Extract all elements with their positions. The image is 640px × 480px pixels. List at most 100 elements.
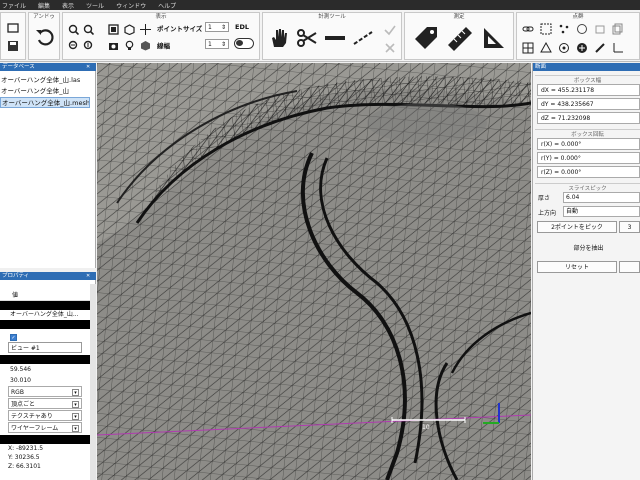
confirm-icon[interactable]: [383, 23, 397, 37]
copy-icon[interactable]: [611, 22, 625, 36]
coord-y: Y: 30236.5: [8, 454, 40, 461]
reset-button[interactable]: リセット: [537, 261, 617, 273]
box-icon[interactable]: [593, 22, 607, 36]
spinner-arrows-icon[interactable]: ⇕: [221, 24, 226, 31]
table-icon[interactable]: [521, 41, 535, 55]
rx-field[interactable]: r(X) = 0.000°: [537, 138, 640, 150]
thickness-label: 厚さ: [538, 195, 551, 202]
spinner-arrows-icon[interactable]: ⇕: [221, 41, 226, 48]
pipette-icon[interactable]: [593, 41, 607, 55]
tree-item-mesh[interactable]: オーバーハング全体_山.mesh (level 6): [0, 97, 90, 108]
point-size-spinner[interactable]: 1 ⇕: [205, 22, 229, 32]
texture-value: テクスチャあり: [11, 413, 53, 420]
display-mode-dropdown[interactable]: ワイヤーフレーム ▾: [8, 422, 82, 433]
segment-icon[interactable]: [323, 25, 347, 51]
ry-field[interactable]: r(Y) = 0.000°: [537, 152, 640, 164]
zoom-in-icon[interactable]: [82, 23, 94, 35]
thickness-input[interactable]: 6.04: [563, 192, 640, 203]
tree-item-las[interactable]: オーバーハング全体_山.las: [0, 75, 90, 86]
shading-dropdown[interactable]: 頂点ごと ▾: [8, 398, 82, 409]
color-value: RGB: [11, 389, 24, 396]
menu-help[interactable]: ヘルプ: [158, 1, 176, 10]
menu-file[interactable]: ファイル: [2, 1, 26, 10]
section-panel-title: 断面: [533, 63, 640, 71]
ruler-icon[interactable]: [445, 23, 475, 53]
point-size-value: 1: [208, 23, 212, 31]
plus-circle-icon[interactable]: [575, 41, 589, 55]
dropdown-arrow-icon: ▾: [72, 413, 79, 420]
rotation-section-label: ボックス回転: [535, 129, 640, 138]
edl-toggle[interactable]: [234, 38, 254, 49]
menu-bar: ファイル 編集 表示 ツール ウィンドウ ヘルプ: [0, 0, 640, 10]
dropdown-arrow-icon: ▾: [72, 401, 79, 408]
value-column-header: 値: [0, 290, 90, 301]
grid-select-icon[interactable]: [539, 22, 553, 36]
axes-icon[interactable]: [611, 41, 625, 55]
value-2: 30.010: [10, 377, 31, 384]
dy-field[interactable]: dY = 438.235667: [537, 98, 640, 110]
dz-field[interactable]: dZ = 71.232098: [537, 112, 640, 124]
polyline-icon[interactable]: [351, 25, 375, 51]
display-mode-value: ワイヤーフレーム: [11, 425, 59, 432]
line-width-spinner[interactable]: 1 ⇕: [205, 39, 229, 49]
coord-x: X: -89231.5: [8, 445, 44, 452]
cancel-icon[interactable]: [383, 41, 397, 55]
name-value[interactable]: オーバーハング全体_山...: [0, 309, 90, 320]
scale-bar-label: 10: [422, 424, 430, 431]
target-icon[interactable]: [557, 41, 571, 55]
dx-field[interactable]: dX = 455.231178: [537, 84, 640, 96]
line-width-label: 線幅: [157, 42, 170, 50]
sphere-icon[interactable]: [575, 22, 589, 36]
value-1: 59.546: [10, 366, 31, 373]
link-icon[interactable]: [521, 22, 535, 36]
scissors-icon[interactable]: [295, 25, 319, 51]
hand-icon[interactable]: [267, 25, 291, 51]
properties-scrollbar[interactable]: [90, 284, 96, 480]
screenshot-icon[interactable]: [107, 23, 119, 35]
menu-view[interactable]: 表示: [62, 1, 74, 10]
property-section-bar: [0, 320, 90, 329]
shading-cube-icon[interactable]: [139, 39, 151, 51]
shading-value: 頂点ごと: [11, 401, 36, 408]
file-group: [0, 12, 26, 60]
cube-icon[interactable]: [123, 23, 135, 35]
pick-3-points-button[interactable]: 3: [619, 221, 640, 233]
pick-2-points-button[interactable]: 2ポイントをピック: [537, 221, 617, 233]
close-icon[interactable]: ✕: [86, 273, 92, 279]
set-square-icon[interactable]: [479, 23, 509, 53]
display-group-title: 表示: [155, 14, 167, 20]
tree-icon[interactable]: [539, 41, 553, 55]
texture-dropdown[interactable]: テクスチャあり ▾: [8, 410, 82, 421]
extract-part-button[interactable]: 部分を抽出: [537, 243, 640, 255]
zoom-fit-icon[interactable]: [67, 23, 79, 35]
tree-item-cloud[interactable]: オーバーハング全体_山: [0, 86, 90, 97]
center-icon[interactable]: [139, 23, 151, 35]
scatter-icon[interactable]: [557, 22, 571, 36]
edl-label: EDL: [235, 23, 249, 31]
zoom-selection-icon[interactable]: [82, 39, 94, 51]
database-title: データベース: [0, 63, 96, 71]
tag-icon[interactable]: [411, 23, 441, 53]
close-icon[interactable]: ✕: [86, 64, 92, 70]
up-direction-dropdown[interactable]: 自動: [563, 206, 640, 217]
camera-icon[interactable]: [107, 39, 119, 51]
light-bulb-icon[interactable]: [123, 39, 135, 51]
undo-group-title: アンドゥ: [33, 14, 55, 20]
menu-window[interactable]: ウィンドウ: [116, 1, 146, 10]
zoom-out-icon[interactable]: [67, 39, 79, 51]
menu-edit[interactable]: 編集: [38, 1, 50, 10]
visible-checkbox[interactable]: ✓: [10, 334, 17, 341]
display-group: 表示 ポイントサイズ 1 ⇕ 線幅 1 ⇕ EDL: [62, 12, 260, 60]
dropdown-arrow-icon: ▾: [72, 425, 79, 432]
menu-tools[interactable]: ツール: [86, 1, 104, 10]
save-icon[interactable]: [5, 39, 21, 53]
open-icon[interactable]: [5, 21, 21, 35]
3d-viewport[interactable]: 10: [97, 63, 531, 480]
dropdown-arrow-icon: ▾: [72, 389, 79, 396]
reset-extra-button[interactable]: [619, 261, 640, 273]
rz-field[interactable]: r(Z) = 0.000°: [537, 166, 640, 178]
measure-group-title: 測定: [453, 14, 465, 20]
color-dropdown[interactable]: RGB ▾: [8, 386, 82, 397]
undo-icon[interactable]: [33, 25, 57, 49]
view-dropdown[interactable]: ビュー #1: [8, 342, 82, 353]
